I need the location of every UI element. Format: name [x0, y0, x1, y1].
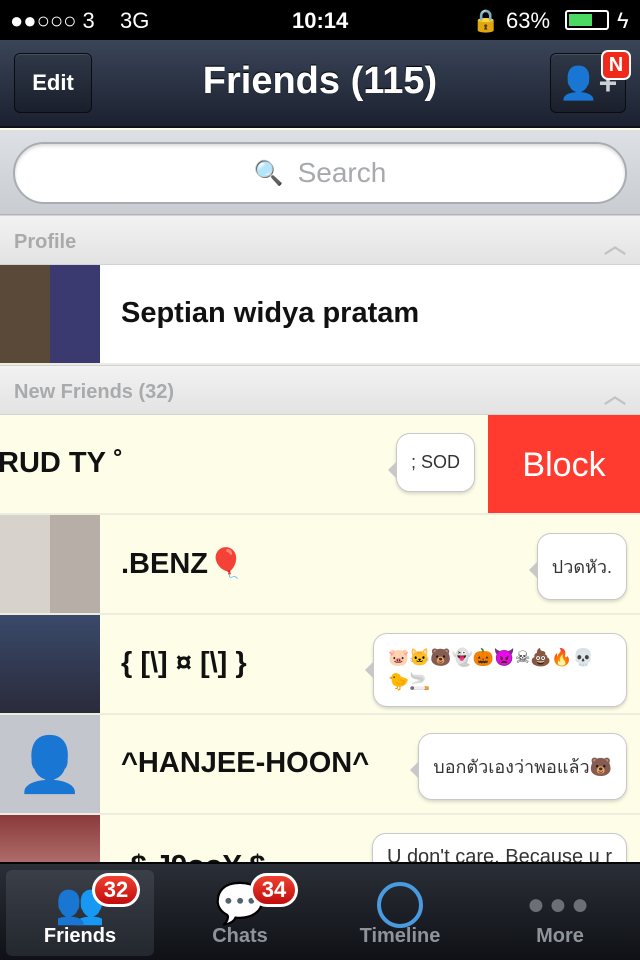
section-header-new-friends[interactable]: New Friends (32) ︿ [0, 365, 640, 415]
search-placeholder: Search [297, 157, 387, 188]
tab-chats[interactable]: 💬 34 Chats [166, 870, 314, 956]
battery-icon [565, 10, 609, 30]
friend-name: .BENZ🎈 [121, 548, 245, 580]
clock: 10:14 [292, 8, 349, 33]
avatar [0, 515, 100, 613]
friend-row[interactable]: .BENZ🎈 ปวดหัว. [0, 515, 640, 615]
search-icon: 🔍 [253, 159, 284, 187]
status-bar: ●●○○○ 3 3G 10:14 🔒 63% ϟ [0, 0, 640, 40]
status-message: 🐷🐱🐻👻🎃👿☠💩🔥💀🐤🚬 [365, 633, 627, 707]
clock-icon [377, 882, 423, 928]
chevron-up-icon[interactable]: ︿ [604, 228, 626, 260]
status-message: ปวดหัว. [528, 533, 627, 600]
network-type: 3G [120, 8, 150, 33]
status-message: บอกตัวเองว่าพอแล้ว🐻 [410, 733, 627, 800]
page-title: Friends (115) [202, 60, 438, 102]
friend-name: { [\] ¤ [\] } [121, 647, 247, 679]
tab-label: Friends [43, 925, 117, 947]
friend-row[interactable]: RUD TY ˚ ; SOD Block [0, 415, 640, 515]
avatar [0, 615, 100, 713]
tab-more[interactable]: ●●● More [486, 870, 634, 956]
section-header-profile[interactable]: Profile ︿ [0, 215, 640, 265]
friend-row[interactable]: 👤 ^HANJEE-HOON^ บอกตัวเองว่าพอแล้ว🐻 [0, 715, 640, 815]
tab-label: Timeline [359, 925, 441, 947]
battery-percent: 63% [506, 8, 551, 33]
search-area: 🔍 Search [0, 130, 640, 215]
more-dots-icon: ●●● [526, 888, 594, 921]
section-title: New Friends (32) [14, 381, 175, 403]
nav-bar: Edit Friends (115) 👤+ N [0, 40, 640, 128]
tab-bar: 👥 32 Friends 💬 34 Chats Timeline ●●● Mor… [0, 862, 640, 960]
new-badge: N [601, 50, 631, 80]
add-friend-button[interactable]: 👤+ N [550, 50, 631, 113]
block-button[interactable]: Block [488, 415, 640, 513]
chevron-up-icon[interactable]: ︿ [604, 378, 626, 410]
tab-timeline[interactable]: Timeline [326, 870, 474, 956]
profile-name: Septian widya pratam [121, 297, 420, 329]
signal-strength: ●●○○○ 3 [10, 8, 95, 33]
avatar [0, 265, 100, 363]
tab-friends[interactable]: 👥 32 Friends [6, 870, 154, 956]
charging-icon: ϟ [617, 8, 629, 33]
section-title: Profile [14, 231, 77, 253]
status-message: ; SOD [387, 433, 475, 492]
tab-label: More [536, 925, 584, 947]
profile-row[interactable]: Septian widya pratam [0, 265, 640, 365]
tab-label: Chats [212, 925, 268, 947]
friends-badge: 32 [92, 873, 140, 907]
search-input[interactable]: 🔍 Search [13, 142, 627, 204]
friend-row[interactable]: { [\] ¤ [\] } 🐷🐱🐻👻🎃👿☠💩🔥💀🐤🚬 [0, 615, 640, 715]
default-avatar-icon: 👤 [0, 715, 100, 813]
rotation-lock-icon: 🔒 [472, 8, 500, 33]
friend-name: RUD TY ˚ [0, 447, 124, 479]
chats-badge: 34 [250, 873, 298, 907]
friend-name: ^HANJEE-HOON^ [121, 747, 370, 779]
